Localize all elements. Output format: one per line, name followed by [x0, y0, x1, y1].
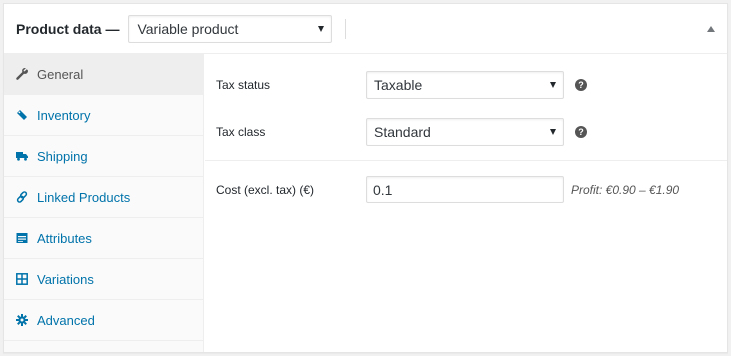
tab-label: Attributes — [37, 230, 92, 246]
tab-general[interactable]: General — [4, 54, 203, 95]
tax-class-value: Standard — [374, 124, 431, 140]
tax-status-select[interactable]: Taxable — [366, 71, 564, 99]
list-card-icon — [16, 232, 28, 244]
tab-linked-products[interactable]: Linked Products — [4, 177, 203, 218]
collapse-toggle-icon[interactable] — [707, 26, 715, 32]
tax-status-value: Taxable — [374, 77, 423, 93]
tab-label: Inventory — [37, 107, 91, 123]
tab-attributes[interactable]: Attributes — [4, 218, 203, 259]
grid-icon — [16, 273, 28, 285]
section-divider — [205, 160, 727, 161]
header-divider — [345, 18, 347, 39]
tab-label: Advanced — [37, 312, 95, 328]
product-type-value: Variable product — [137, 20, 239, 37]
tax-class-select[interactable]: Standard — [366, 118, 564, 146]
cost-value: 0.1 — [373, 181, 393, 198]
tab-label: Linked Products — [37, 189, 131, 205]
tab-advanced[interactable]: Advanced — [4, 300, 203, 341]
help-icon[interactable]: ? — [575, 79, 587, 91]
tax-class-label: Tax class — [216, 125, 266, 139]
profit-text: Profit: €0.90 – €1.90 — [571, 183, 680, 197]
cost-input[interactable]: 0.1 — [366, 176, 564, 203]
panel-title: Product data — — [16, 20, 120, 37]
panel-header: Product data — Variable product — [4, 4, 727, 54]
gear-icon — [16, 314, 28, 326]
cost-label: Cost (excl. tax) (€) — [216, 183, 315, 197]
chevron-down-icon — [318, 25, 325, 32]
chevron-down-icon — [550, 82, 556, 88]
truck-icon — [16, 150, 28, 162]
tab-inventory[interactable]: Inventory — [4, 95, 203, 136]
tag-icon — [16, 109, 28, 121]
tab-shipping[interactable]: Shipping — [4, 136, 203, 177]
tab-label: Variations — [37, 271, 94, 287]
link-icon — [16, 191, 28, 203]
help-icon[interactable]: ? — [575, 126, 587, 138]
general-panel: Tax status Taxable ? Tax class Standard … — [205, 54, 727, 352]
tab-label: Shipping — [37, 148, 88, 164]
chevron-down-icon — [550, 129, 556, 135]
tab-label: General — [37, 66, 84, 82]
product-data-panel: Product data — Variable product General … — [3, 3, 728, 353]
product-data-tabs: General Inventory Shipping Linked Produc… — [4, 54, 204, 352]
tab-variations[interactable]: Variations — [4, 259, 203, 300]
product-type-select[interactable]: Variable product — [128, 14, 333, 43]
tax-status-label: Tax status — [216, 78, 271, 92]
wrench-icon — [16, 68, 28, 80]
